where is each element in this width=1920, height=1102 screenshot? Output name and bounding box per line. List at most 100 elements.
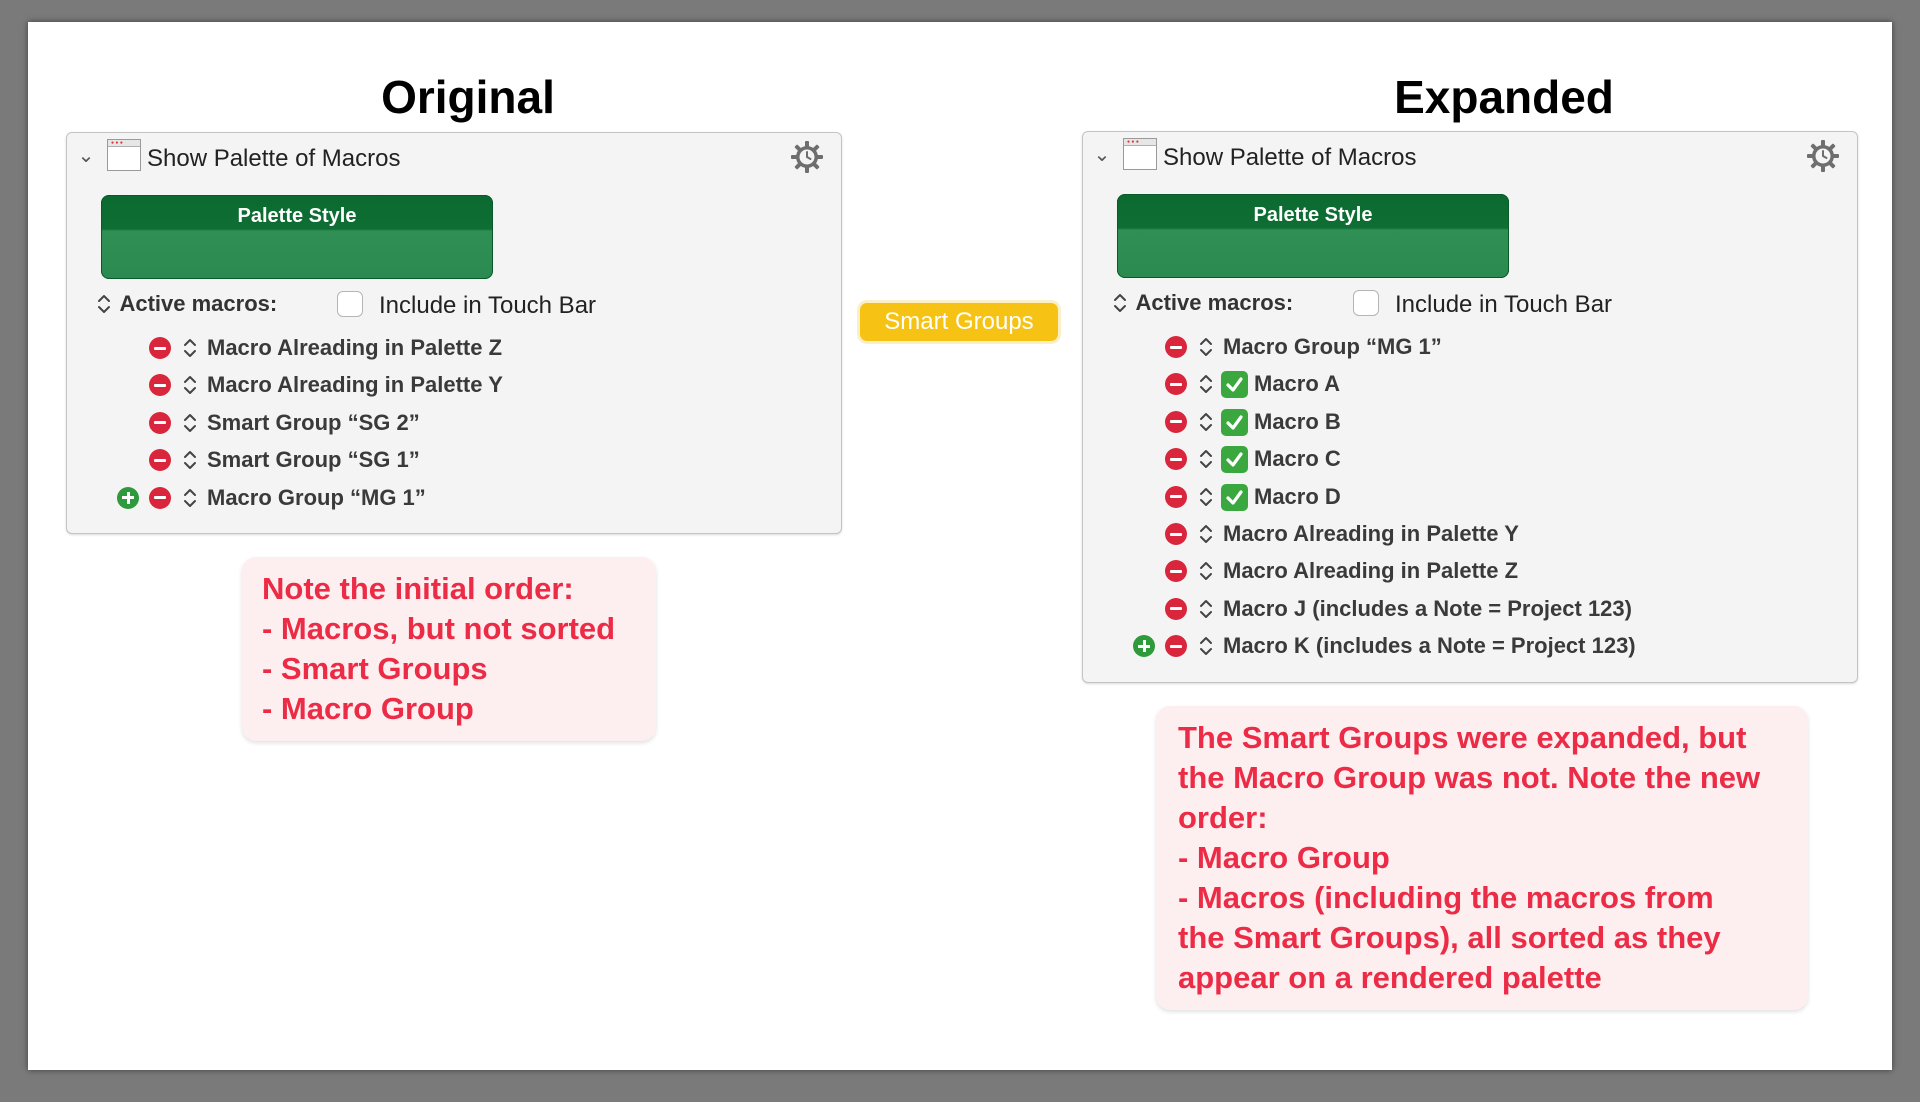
macro-item-label: Macro Alreading in Palette Z: [207, 335, 503, 360]
macro-item-label: Macro K (includes a Note = Project 123): [1223, 633, 1636, 659]
original-action-panel: ⌄ ● ● ● Show Palette of Macros Palette S…: [66, 132, 842, 534]
check-mark-icon: [1221, 446, 1248, 474]
remove-item-icon[interactable]: [1165, 597, 1187, 620]
disclosure-chevron-icon[interactable]: ⌄: [1093, 145, 1111, 165]
macro-item-label: Macro D: [1254, 483, 1341, 509]
reorder-updown-icon[interactable]: [1199, 411, 1213, 438]
sort-updown-icon[interactable]: [97, 293, 111, 315]
note-line: the Macro Group was not. Note the new: [1178, 760, 1761, 795]
note-line: appear on a rendered palette: [1178, 960, 1602, 995]
remove-item-icon[interactable]: [1165, 336, 1187, 358]
list-item: Macro Alreading in Palette Y: [1133, 519, 1833, 549]
palette-style-button[interactable]: Palette Style: [1117, 194, 1509, 278]
list-item: Macro Alreading in Palette Z: [1133, 556, 1833, 586]
reorder-updown-icon[interactable]: [1199, 598, 1213, 625]
reorder-updown-icon[interactable]: [1199, 486, 1213, 513]
note-line: - Macro Group: [1178, 840, 1390, 875]
reorder-updown-icon[interactable]: [1199, 523, 1213, 550]
note-line: the Smart Groups), all sorted as they: [1178, 920, 1721, 955]
reorder-updown-icon[interactable]: [183, 449, 197, 476]
sort-updown-icon[interactable]: [1113, 292, 1127, 314]
check-mark-icon: [1221, 483, 1248, 511]
note-line: Note the initial order:: [262, 571, 574, 606]
list-item: Macro Group “MG 1”: [117, 483, 817, 513]
macro-item-label: Macro J (includes a Note = Project 123): [1223, 595, 1632, 621]
action-title: Show Palette of Macros: [147, 145, 401, 172]
reorder-updown-icon[interactable]: [1199, 373, 1213, 400]
note-line: order:: [1178, 800, 1268, 835]
palette-style-button[interactable]: Palette Style: [101, 195, 493, 279]
macro-item-label: Macro Alreading in Palette Y: [207, 372, 503, 398]
reorder-updown-icon[interactable]: [1199, 635, 1213, 662]
macro-item-label: Macro B: [1254, 408, 1341, 434]
list-item: Smart Group “SG 1”: [117, 445, 817, 475]
gear-icon[interactable]: [789, 139, 825, 175]
list-item: Smart Group “SG 2”: [117, 408, 817, 438]
remove-item-icon[interactable]: [1165, 373, 1187, 396]
remove-item-icon[interactable]: [1165, 448, 1187, 471]
list-item: Macro A: [1133, 369, 1833, 399]
macro-item-label: Smart Group “SG 1”: [207, 447, 420, 473]
remove-item-icon[interactable]: [149, 411, 171, 434]
palette-style-label: Palette Style: [237, 205, 357, 227]
check-mark-icon: [1221, 371, 1248, 399]
remove-item-icon[interactable]: [1165, 523, 1187, 545]
reorder-updown-icon[interactable]: [183, 487, 197, 514]
list-item: Macro Alreading in Palette Y: [117, 370, 817, 400]
check-mark-icon: [1221, 408, 1248, 436]
touch-bar-checkbox[interactable]: [1353, 290, 1379, 316]
remove-item-icon[interactable]: [1165, 410, 1187, 433]
palette-window-icon: ● ● ●: [1123, 138, 1157, 170]
active-macros-row: Active macros: Include in Touch Bar: [97, 291, 817, 321]
expanded-title: Expanded: [1394, 71, 1614, 123]
reorder-updown-icon[interactable]: [183, 337, 197, 364]
macro-item-label: Macro A: [1254, 371, 1340, 397]
smart-groups-button[interactable]: Smart Groups: [860, 303, 1058, 341]
original-title: Original: [381, 71, 555, 123]
remove-item-icon[interactable]: [1165, 635, 1187, 658]
note-line: - Macros, but not sorted: [262, 611, 616, 646]
note-line: The Smart Groups were expanded, but: [1178, 720, 1747, 755]
note-line: - Macro Group: [262, 691, 474, 726]
active-macros-label: Active macros:: [119, 291, 278, 316]
expanded-order-note: The Smart Groups were expanded, but the …: [1156, 706, 1808, 1010]
remove-item-icon[interactable]: [149, 374, 171, 397]
palette-window-icon: ● ● ●: [107, 139, 141, 171]
expanded-action-panel: ⌄ ● ● ● Show Palette of Macros Palette S…: [1082, 131, 1858, 683]
list-item: Macro B: [1133, 407, 1833, 437]
reorder-updown-icon[interactable]: [1199, 560, 1213, 587]
add-item-icon[interactable]: [117, 486, 139, 509]
touch-bar-label: Include in Touch Bar: [379, 292, 597, 319]
action-title: Show Palette of Macros: [1163, 144, 1417, 171]
macro-item-label: Macro Group “MG 1”: [207, 484, 426, 510]
active-macros-label: Active macros:: [1135, 290, 1294, 315]
touch-bar-label: Include in Touch Bar: [1395, 291, 1613, 318]
macro-item-label: Macro Alreading in Palette Y: [1223, 521, 1519, 546]
reorder-updown-icon[interactable]: [183, 412, 197, 439]
macro-item-label: Macro Group “MG 1”: [1223, 334, 1442, 359]
list-item: Macro Alreading in Palette Z: [117, 333, 817, 363]
remove-item-icon[interactable]: [149, 486, 171, 509]
reorder-updown-icon[interactable]: [183, 374, 197, 401]
active-macros-row: Active macros: Include in Touch Bar: [1113, 290, 1833, 320]
remove-item-icon[interactable]: [1165, 485, 1187, 508]
list-item: Macro K (includes a Note = Project 123): [1133, 631, 1833, 661]
macro-item-label: Macro C: [1254, 446, 1341, 472]
list-item: Macro C: [1133, 444, 1833, 474]
macro-item-label: Smart Group “SG 2”: [207, 409, 420, 435]
original-order-note: Note the initial order: - Macros, but no…: [242, 557, 656, 741]
remove-item-icon[interactable]: [149, 337, 171, 359]
disclosure-chevron-icon[interactable]: ⌄: [77, 146, 95, 166]
macro-item-label: Macro Alreading in Palette Z: [1223, 558, 1519, 584]
note-line: - Macros (including the macros from: [1178, 880, 1714, 915]
add-item-icon[interactable]: [1133, 635, 1155, 658]
touch-bar-checkbox[interactable]: [337, 291, 363, 317]
remove-item-icon[interactable]: [1165, 560, 1187, 583]
note-line: - Smart Groups: [262, 651, 488, 686]
list-item: Macro Group “MG 1”: [1133, 332, 1833, 362]
gear-icon[interactable]: [1805, 138, 1841, 174]
remove-item-icon[interactable]: [149, 449, 171, 472]
reorder-updown-icon[interactable]: [1199, 336, 1213, 363]
list-item: Macro D: [1133, 482, 1833, 512]
reorder-updown-icon[interactable]: [1199, 448, 1213, 475]
